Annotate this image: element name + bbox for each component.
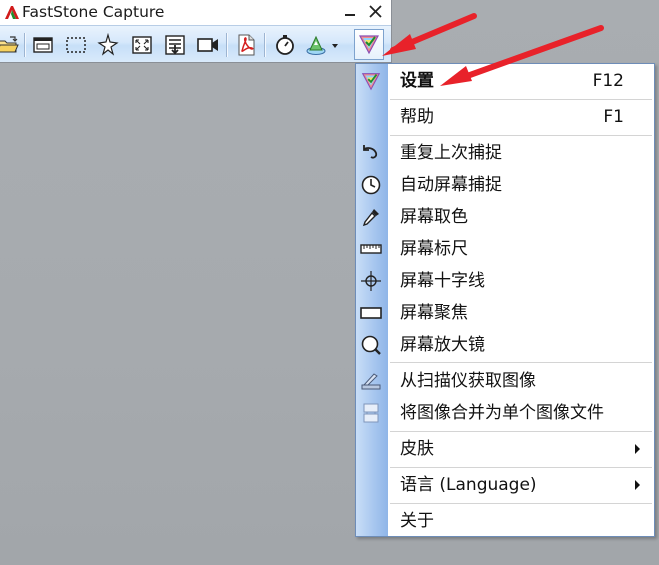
faststone-logo-icon <box>5 6 19 19</box>
menu-item-screen-focus[interactable]: 屏幕聚焦 <box>356 297 654 329</box>
settings-icon <box>360 70 382 92</box>
capture-fullscreen-button[interactable] <box>130 33 154 57</box>
timer-icon <box>276 35 294 55</box>
output-destination-icon <box>306 35 338 55</box>
toolbar-separator <box>264 33 266 57</box>
menu-item-settings[interactable]: 设置 F12 <box>356 65 654 97</box>
clock-icon <box>360 174 382 196</box>
screen-recorder-button[interactable] <box>196 33 220 57</box>
toolbar-separator <box>226 33 228 57</box>
menu-item-crosshair[interactable]: 屏幕十字线 <box>356 265 654 297</box>
toolbar-separator <box>24 33 26 57</box>
faststone-window: FastStone Capture <box>0 0 392 63</box>
ruler-icon <box>360 238 382 260</box>
menu-item-label: 语言 (Language) <box>400 475 537 495</box>
output-destination-button[interactable] <box>305 33 341 57</box>
open-folder-icon <box>0 36 19 53</box>
menu-item-ruler[interactable]: 屏幕标尺 <box>356 233 654 265</box>
menu-item-language[interactable]: 语言 (Language) <box>356 469 654 501</box>
submenu-arrow-icon <box>635 480 640 490</box>
menu-item-label: 将图像合并为单个图像文件 <box>400 403 604 423</box>
magnifier-icon <box>360 334 382 356</box>
eyedropper-icon <box>360 206 382 228</box>
menu-item-label: 重复上次捕捉 <box>400 143 502 163</box>
menu-item-skin[interactable]: 皮肤 <box>356 433 654 465</box>
menu-item-about[interactable]: 关于 <box>356 505 654 537</box>
title-bar[interactable]: FastStone Capture <box>0 0 391 24</box>
menu-item-repeat-last-capture[interactable]: 重复上次捕捉 <box>356 137 654 169</box>
menu-item-label: 自动屏幕捕捉 <box>400 175 502 195</box>
close-icon <box>369 5 382 18</box>
timer-button[interactable] <box>273 33 297 57</box>
capture-toolbar <box>0 25 391 62</box>
capture-freehand-button[interactable] <box>96 33 120 57</box>
menu-item-label: 关于 <box>400 511 434 531</box>
repeat-arrow-icon <box>360 142 382 164</box>
arrow-to-toolbar-button <box>382 13 477 56</box>
settings-dropdown-menu: 设置 F12 帮助 F1 重复上次捕捉 自动屏幕捕捉 屏幕取色 屏幕标尺 屏幕十… <box>355 63 655 537</box>
capture-rectangle-button[interactable] <box>64 33 88 57</box>
menu-item-label: 帮助 <box>400 107 434 127</box>
menu-item-label: 皮肤 <box>400 439 434 459</box>
close-button[interactable] <box>366 2 386 22</box>
open-button[interactable] <box>0 33 20 57</box>
merge-images-icon <box>360 402 382 424</box>
menu-separator <box>390 503 652 504</box>
app-title: FastStone Capture <box>22 3 165 21</box>
pdf-icon <box>238 34 255 56</box>
crosshair-icon <box>360 270 382 292</box>
capture-scrolling-button[interactable] <box>163 33 187 57</box>
capture-fullscreen-icon <box>132 36 152 54</box>
capture-window-icon <box>33 37 53 53</box>
menu-item-magnifier[interactable]: 屏幕放大镜 <box>356 329 654 361</box>
capture-rectangle-icon <box>66 37 86 53</box>
menu-item-label: 屏幕十字线 <box>400 271 485 291</box>
scanner-icon <box>360 370 382 392</box>
screen-recorder-icon <box>197 38 218 52</box>
submenu-arrow-icon <box>635 444 640 454</box>
menu-item-label: 屏幕聚焦 <box>400 303 468 323</box>
menu-item-label: 设置 <box>400 71 434 91</box>
settings-menu-icon <box>359 35 379 55</box>
menu-item-help[interactable]: 帮助 F1 <box>356 101 654 133</box>
minimize-icon <box>345 14 355 16</box>
menu-item-shortcut: F1 <box>603 107 624 127</box>
minimize-button[interactable] <box>341 2 361 22</box>
menu-item-label: 屏幕标尺 <box>400 239 468 259</box>
settings-menu-button[interactable] <box>354 29 384 60</box>
menu-item-label: 屏幕取色 <box>400 207 468 227</box>
menu-item-scanner[interactable]: 从扫描仪获取图像 <box>356 365 654 397</box>
menu-item-label: 从扫描仪获取图像 <box>400 371 536 391</box>
capture-scrolling-icon <box>165 35 185 55</box>
menu-separator <box>390 99 652 100</box>
pdf-button[interactable] <box>234 33 258 57</box>
capture-freehand-icon <box>97 33 119 56</box>
menu-separator <box>390 362 652 363</box>
menu-item-shortcut: F12 <box>592 71 624 91</box>
menu-separator <box>390 431 652 432</box>
menu-item-merge-images[interactable]: 将图像合并为单个图像文件 <box>356 397 654 429</box>
capture-window-button[interactable] <box>31 33 55 57</box>
menu-separator <box>390 135 652 136</box>
menu-item-auto-capture[interactable]: 自动屏幕捕捉 <box>356 169 654 201</box>
menu-separator <box>390 467 652 468</box>
focus-rectangle-icon <box>360 302 382 324</box>
menu-item-color-picker[interactable]: 屏幕取色 <box>356 201 654 233</box>
menu-item-label: 屏幕放大镜 <box>400 335 485 355</box>
